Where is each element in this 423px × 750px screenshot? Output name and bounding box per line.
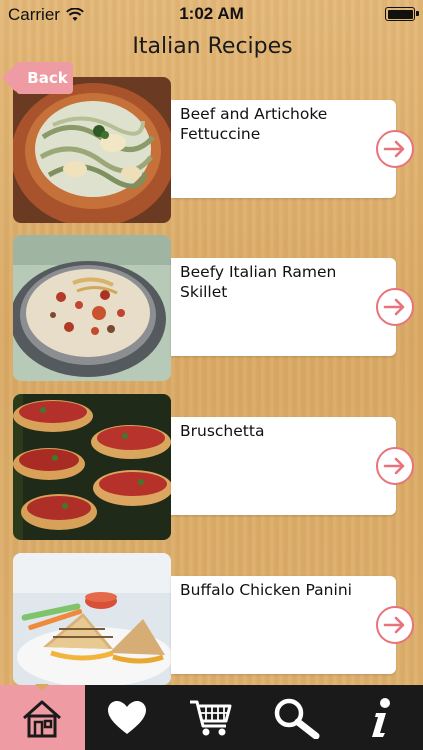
recipe-thumbnail[interactable] [13,394,171,540]
search-icon [274,698,320,739]
arrow-right-icon [383,298,405,316]
recipe-row[interactable]: Buffalo Chicken Panini [0,553,423,699]
page-title: Italian Recipes [132,34,293,59]
recipe-row[interactable]: Beefy Italian Ramen Skillet [0,235,423,381]
recipe-name: Buffalo Chicken Panini [180,581,352,599]
back-label: Back [27,69,68,87]
cart-icon [190,700,232,735]
status-time: 1:02 AM [179,4,244,23]
arrow-right-icon [383,457,405,475]
panini-photo [13,553,171,685]
ramen-skillet-photo [13,235,171,381]
recipe-thumbnail[interactable] [13,235,171,381]
heart-icon [107,700,146,734]
recipe-thumbnail[interactable] [13,553,171,685]
recipe-name: Beef and Artichoke Fettuccine [180,105,328,143]
recipe-row[interactable]: Beef and Artichoke Fettuccine [0,77,423,223]
recipe-card[interactable]: Beefy Italian Ramen Skillet [171,258,396,356]
recipe-name: Beefy Italian Ramen Skillet [180,263,337,301]
tab-cart[interactable] [169,685,254,750]
recipe-name: Bruschetta [180,422,265,440]
open-recipe-button[interactable] [376,288,414,326]
open-recipe-button[interactable] [376,130,414,168]
back-button-wrap[interactable]: Back [8,31,73,94]
recipe-card[interactable]: Buffalo Chicken Panini [171,576,396,674]
tab-info[interactable] [338,685,423,750]
open-recipe-button[interactable] [376,606,414,644]
recipe-card[interactable]: Beef and Artichoke Fettuccine [171,100,396,198]
fettuccine-photo [13,77,171,223]
home-icon [23,700,62,737]
recipe-thumbnail[interactable] [13,77,171,223]
battery-icon [385,7,419,21]
open-recipe-button[interactable] [376,447,414,485]
recipe-card[interactable]: Bruschetta [171,417,396,515]
tab-bar [0,684,423,750]
info-icon [371,697,390,737]
arrow-right-icon [383,616,405,634]
bruschetta-photo [13,394,171,540]
arrow-right-icon [383,140,405,158]
tab-home[interactable] [0,684,85,750]
status-bar: Carrier 1:02 AM [0,0,423,30]
recipe-row[interactable]: Bruschetta [0,394,423,540]
back-button[interactable]: Back [16,62,73,94]
tab-favorites[interactable] [85,685,170,750]
tab-search[interactable] [254,685,339,750]
